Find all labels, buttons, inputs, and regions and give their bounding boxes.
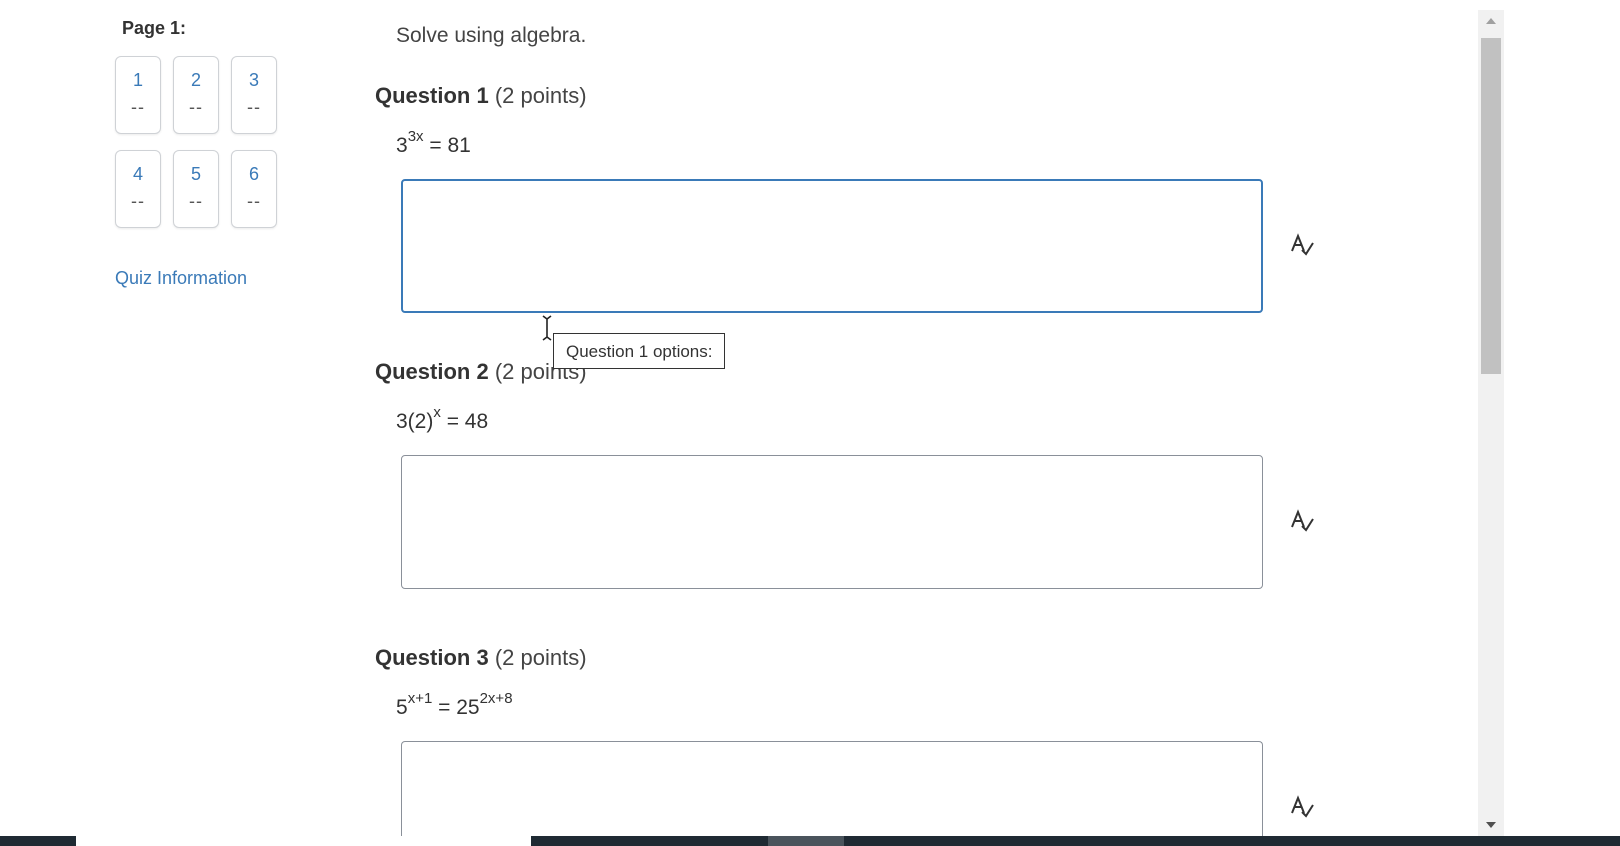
- question-tile-number: 5: [190, 164, 201, 184]
- question-points: (2 points): [494, 645, 587, 670]
- text-cursor-icon: [542, 315, 552, 341]
- question-equation: 33x = 81: [396, 128, 471, 158]
- vertical-scrollbar[interactable]: [1478, 10, 1504, 836]
- question-tile-1[interactable]: 1 --: [115, 56, 161, 134]
- question-tile-status: --: [247, 191, 261, 211]
- question-tile-status: --: [189, 97, 203, 117]
- taskbar: [0, 836, 1620, 846]
- spell-check-icon[interactable]: [1288, 231, 1316, 259]
- equation-exponent-2: 2x+8: [479, 690, 513, 707]
- equation-exponent: x+1: [407, 690, 433, 707]
- equation-exponent: x: [433, 404, 441, 421]
- question-tile-6[interactable]: 6 --: [231, 150, 277, 228]
- question-equation: 3(2)x = 48: [396, 404, 489, 434]
- question-tile-number: 2: [190, 70, 201, 90]
- scroll-up-arrow-icon[interactable]: [1478, 10, 1504, 32]
- question-title: Question 2: [375, 359, 489, 384]
- question-tile-5[interactable]: 5 --: [173, 150, 219, 228]
- equation-base: 3: [396, 134, 408, 157]
- question-tile-number: 4: [132, 164, 143, 184]
- equation-rest: = 81: [423, 134, 471, 157]
- page-label: Page 1:: [122, 18, 187, 38]
- question-options-tooltip: Question 1 options:: [553, 333, 726, 369]
- scroll-down-arrow-icon[interactable]: [1478, 814, 1504, 836]
- question-tile-2[interactable]: 2 --: [173, 56, 219, 134]
- question-3: Question 3 (2 points) 5x+1 = 252x+8: [375, 645, 1375, 846]
- question-heading: Question 1 (2 points): [375, 83, 1375, 113]
- equation-rest: = 48: [440, 410, 489, 433]
- question-equation: 5x+1 = 252x+8: [396, 690, 513, 720]
- question-tile-number: 6: [248, 164, 259, 184]
- question-tile-status: --: [247, 97, 261, 117]
- scrollbar-thumb[interactable]: [1481, 38, 1501, 374]
- question-tile-grid: 1 -- 2 -- 3 -- 4 -- 5 -- 6 --: [115, 56, 325, 228]
- question-heading: Question 2 (2 points): [375, 359, 1375, 389]
- quiz-information-link[interactable]: Quiz Information: [115, 268, 325, 289]
- question-tile-status: --: [131, 191, 145, 211]
- taskbar-active-app[interactable]: [768, 836, 844, 846]
- question-tile-status: --: [189, 191, 203, 211]
- question-1: Question 1 (2 points) 33x = 81: [375, 83, 1375, 313]
- quiz-main-content: Solve using algebra. Question 1 (2 point…: [375, 0, 1435, 846]
- question-title: Question 3: [375, 645, 489, 670]
- question-tile-number: 3: [248, 70, 259, 90]
- question-heading: Question 3 (2 points): [375, 645, 1375, 675]
- answer-input-question-3[interactable]: [401, 741, 1263, 846]
- taskbar-search-box[interactable]: [76, 836, 531, 846]
- question-navigator: Page 1: 1 -- 2 -- 3 -- 4 -- 5 -- 6 -- Qu…: [115, 18, 325, 289]
- equation-mid: = 25: [432, 696, 480, 719]
- answer-input-question-2[interactable]: [401, 455, 1263, 589]
- question-2: Question 2 (2 points) 3(2)x = 48: [375, 359, 1375, 589]
- spell-check-icon[interactable]: [1288, 507, 1316, 535]
- question-tile-status: --: [131, 97, 145, 117]
- instructions-text: Solve using algebra.: [396, 24, 587, 47]
- spell-check-icon[interactable]: [1288, 793, 1316, 821]
- equation-base: 5: [396, 696, 408, 719]
- question-title: Question 1: [375, 83, 489, 108]
- equation-base: 3(2): [396, 410, 434, 433]
- question-tile-4[interactable]: 4 --: [115, 150, 161, 228]
- quiz-page: Page 1: 1 -- 2 -- 3 -- 4 -- 5 -- 6 -- Qu…: [0, 0, 1620, 846]
- question-points: (2 points): [494, 83, 587, 108]
- equation-exponent: 3x: [407, 128, 424, 145]
- question-tile-3[interactable]: 3 --: [231, 56, 277, 134]
- question-tile-number: 1: [132, 70, 143, 90]
- answer-input-question-1[interactable]: [401, 179, 1263, 313]
